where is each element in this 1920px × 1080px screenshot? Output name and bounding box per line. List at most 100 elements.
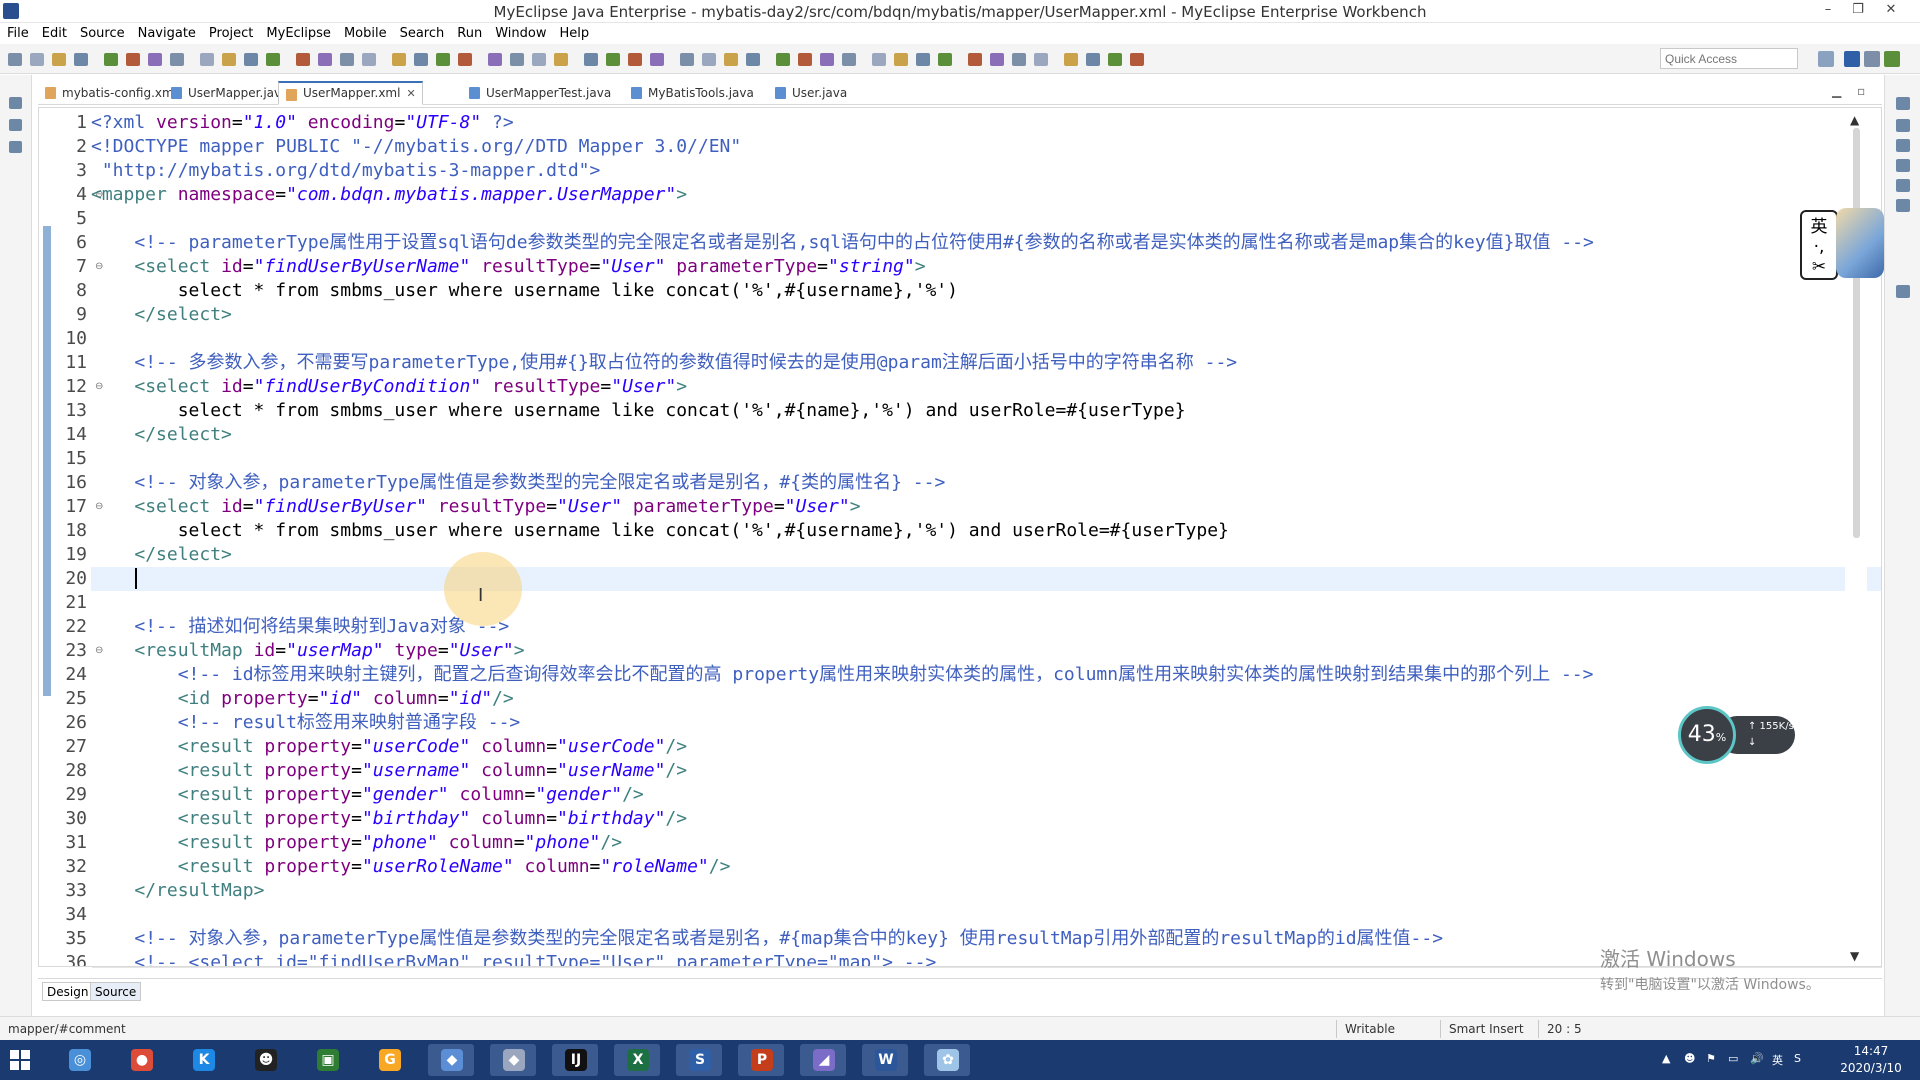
code-line[interactable]: <!-- parameterType属性用于设置sql语句de参数类型的完全限定… xyxy=(91,231,1593,255)
code-line[interactable]: "http://mybatis.org/dtd/mybatis-3-mapper… xyxy=(91,159,601,183)
restore-view-icon[interactable] xyxy=(9,97,22,109)
close-tab-icon[interactable]: ✕ xyxy=(406,87,415,100)
scroll-up-icon[interactable]: ▲ xyxy=(1850,113,1859,127)
toolbar-button-icon[interactable] xyxy=(1108,53,1122,66)
snippets-icon[interactable] xyxy=(1896,285,1910,298)
toolbar-button-icon[interactable] xyxy=(1064,53,1078,66)
scroll-down-icon[interactable]: ▼ xyxy=(1850,949,1859,963)
toolbar-button-icon[interactable] xyxy=(628,53,642,66)
task-list-icon[interactable] xyxy=(1896,139,1910,152)
toolbar-button-icon[interactable] xyxy=(894,53,908,66)
code-line[interactable]: select * from smbms_user where username … xyxy=(91,279,958,303)
toolbar-button-icon[interactable] xyxy=(554,53,568,66)
code-line[interactable]: <!-- 对象入参，parameterType属性值是参数类型的完全限定名或者是… xyxy=(91,927,1443,951)
toolbar-button-icon[interactable] xyxy=(968,53,982,66)
network-monitor-widget[interactable]: ↑ 155K/s ↓ 65.6K/s 43% xyxy=(1678,706,1795,764)
code-line[interactable]: <!-- <select id="findUserByMap" resultTy… xyxy=(91,951,936,966)
open-perspective-icon[interactable] xyxy=(1818,51,1834,67)
code-line[interactable]: <result property="username" column="user… xyxy=(91,759,687,783)
toolbar-button-icon[interactable] xyxy=(170,53,184,66)
menu-myeclipse[interactable]: MyEclipse xyxy=(266,26,331,41)
toolbar-button-icon[interactable] xyxy=(746,53,760,66)
console-icon[interactable] xyxy=(1896,179,1910,192)
code-line[interactable]: <select id="findUserByUserName" resultTy… xyxy=(91,255,925,279)
toolbar-button-icon[interactable] xyxy=(414,53,428,66)
toolbar-button-icon[interactable] xyxy=(148,53,162,66)
g-app-icon[interactable]: G xyxy=(366,1044,412,1076)
toolbar-button-icon[interactable] xyxy=(362,53,376,66)
tray-icon[interactable]: ⚑ xyxy=(1706,1052,1716,1065)
code-line[interactable]: <!DOCTYPE mapper PUBLIC "-//mybatis.org/… xyxy=(91,135,741,159)
toolbar-button-icon[interactable] xyxy=(200,53,214,66)
toolbar-button-icon[interactable] xyxy=(126,53,140,66)
toolbar-button-icon[interactable] xyxy=(532,53,546,66)
toolbar-button-icon[interactable] xyxy=(318,53,332,66)
menu-source[interactable]: Source xyxy=(80,26,125,41)
restore-button[interactable]: ❐ xyxy=(1843,0,1873,22)
tray-icon[interactable]: ▭ xyxy=(1728,1052,1738,1065)
toolbar-button-icon[interactable] xyxy=(1130,53,1144,66)
tray-icon[interactable]: 🔊 xyxy=(1750,1052,1764,1065)
code-line[interactable]: </select> xyxy=(91,423,232,447)
toolbar-button-icon[interactable] xyxy=(392,53,406,66)
tab-usermapper-xml[interactable]: UserMapper.xml ✕ xyxy=(278,81,423,105)
360-browser-icon[interactable]: ◎ xyxy=(56,1044,102,1076)
code-line[interactable]: </select> xyxy=(91,303,232,327)
code-line[interactable]: </select> xyxy=(91,543,232,567)
hierarchy-icon[interactable] xyxy=(9,141,22,153)
code-line[interactable]: <!-- id标签用来映射主键列，配置之后查询得效率会比不配置的高 proper… xyxy=(91,663,1594,687)
toolbar-button-icon[interactable] xyxy=(488,53,502,66)
code-line[interactable]: <result property="gender" column="gender… xyxy=(91,783,644,807)
toolbar-button-icon[interactable] xyxy=(266,53,280,66)
menu-file[interactable]: File xyxy=(7,26,29,41)
toolbar-button-icon[interactable] xyxy=(776,53,790,66)
minimize-editor-icon[interactable]: ▁ xyxy=(1832,84,1841,98)
code-line[interactable]: select * from smbms_user where username … xyxy=(91,519,1229,543)
code-line[interactable]: <result property="userCode" column="user… xyxy=(91,735,687,759)
code-line[interactable]: <!-- result标签用来映射普通字段 --> xyxy=(91,711,521,735)
tab-mybatis-config-xml[interactable]: mybatis-config.xml xyxy=(38,81,183,105)
code-line[interactable]: <select id="findUserByUser" resultType="… xyxy=(91,495,860,519)
toolbar-button-icon[interactable] xyxy=(990,53,1004,66)
outline-icon[interactable] xyxy=(1896,119,1910,132)
excel-icon[interactable]: X xyxy=(614,1044,660,1076)
toolbar-button-icon[interactable] xyxy=(458,53,472,66)
intellij-icon[interactable]: IJ xyxy=(552,1044,598,1076)
toolbar-button-icon[interactable] xyxy=(916,53,930,66)
debug-perspective-icon[interactable] xyxy=(1864,51,1880,67)
toolbar-button-icon[interactable] xyxy=(872,53,886,66)
toolbar-button-icon[interactable] xyxy=(724,53,738,66)
code-line[interactable]: <resultMap id="userMap" type="User"> xyxy=(91,639,524,663)
toolbar-button-icon[interactable] xyxy=(938,53,952,66)
store-icon[interactable]: ▣ xyxy=(304,1044,350,1076)
design-tab[interactable]: Design xyxy=(42,982,94,1001)
toolbar-button-icon[interactable] xyxy=(702,53,716,66)
code-line[interactable]: <id property="id" column="id"/> xyxy=(91,687,514,711)
code-line[interactable]: <!-- 描述如何将结果集映射到Java对象 --> xyxy=(91,615,509,639)
code-line[interactable]: <select id="findUserByCondition" resultT… xyxy=(91,375,687,399)
ime-status-box[interactable]: 英 ·, ✂ xyxy=(1800,210,1838,280)
app-icon-15[interactable]: ✿ xyxy=(924,1044,970,1076)
toolbar-button-icon[interactable] xyxy=(8,53,22,66)
toolbar-button-icon[interactable] xyxy=(1012,53,1026,66)
menu-project[interactable]: Project xyxy=(209,26,253,41)
code-line[interactable]: <result property="phone" column="phone"/… xyxy=(91,831,622,855)
tab-usermappertest-java[interactable]: UserMapperTest.java xyxy=(462,81,617,105)
restore-view-icon-right[interactable] xyxy=(1896,97,1910,110)
ime-floating-widget[interactable]: 英 ·, ✂ xyxy=(1800,208,1884,280)
toolbar-button-icon[interactable] xyxy=(104,53,118,66)
menu-window[interactable]: Window xyxy=(495,26,546,41)
tab-user-java[interactable]: User.java xyxy=(768,81,853,105)
k-app-icon[interactable]: K xyxy=(180,1044,226,1076)
menu-edit[interactable]: Edit xyxy=(42,26,67,41)
toolbar-button-icon[interactable] xyxy=(680,53,694,66)
chrome-icon[interactable]: ● xyxy=(118,1044,164,1076)
toolbar-button-icon[interactable] xyxy=(296,53,310,66)
toolbar-button-icon[interactable] xyxy=(244,53,258,66)
windows-start-icon[interactable] xyxy=(10,1050,30,1070)
myeclipse-icon[interactable]: S xyxy=(676,1044,722,1076)
java-perspective-icon[interactable] xyxy=(1884,51,1900,67)
tab-mybatistools-java[interactable]: MyBatisTools.java xyxy=(624,81,760,105)
tray-icon[interactable]: ☻ xyxy=(1684,1052,1695,1065)
word-icon[interactable]: W xyxy=(862,1044,908,1076)
